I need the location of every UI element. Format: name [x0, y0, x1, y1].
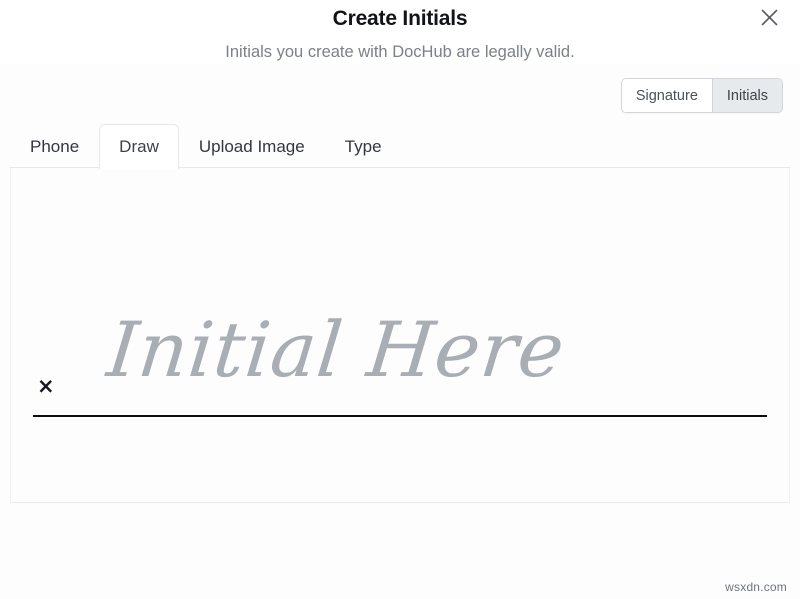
mode-toggle: Signature Initials [620, 78, 783, 113]
tab-upload-image[interactable]: Upload Image [179, 124, 325, 168]
watermark-label: wsxdn.com [725, 580, 787, 594]
signature-placeholder-text: Initial Here [103, 305, 570, 394]
signature-field: × Initial Here [23, 305, 777, 448]
mode-toggle-row: Signature Initials [0, 78, 800, 113]
tab-phone[interactable]: Phone [10, 124, 99, 168]
close-icon [760, 8, 779, 27]
mode-toggle-initials[interactable]: Initials [711, 79, 782, 112]
dialog-footer: wsxdn.com [0, 503, 800, 599]
draw-canvas[interactable]: × Initial Here [10, 168, 790, 502]
tab-type[interactable]: Type [325, 124, 402, 168]
dialog-subtitle: Initials you create with DocHub are lega… [225, 43, 575, 61]
mode-toggle-signature[interactable]: Signature [621, 79, 712, 112]
signature-baseline [33, 415, 767, 417]
tab-draw[interactable]: Draw [99, 124, 179, 169]
close-button[interactable] [754, 2, 784, 32]
tab-bar: Phone Draw Upload Image Type [0, 123, 800, 169]
page-title: Create Initials [332, 7, 468, 30]
signature-x-marker: × [37, 374, 55, 398]
dialog-header: Create Initials Initials you create with… [0, 0, 800, 64]
create-initials-dialog: Create Initials Initials you create with… [0, 0, 800, 599]
